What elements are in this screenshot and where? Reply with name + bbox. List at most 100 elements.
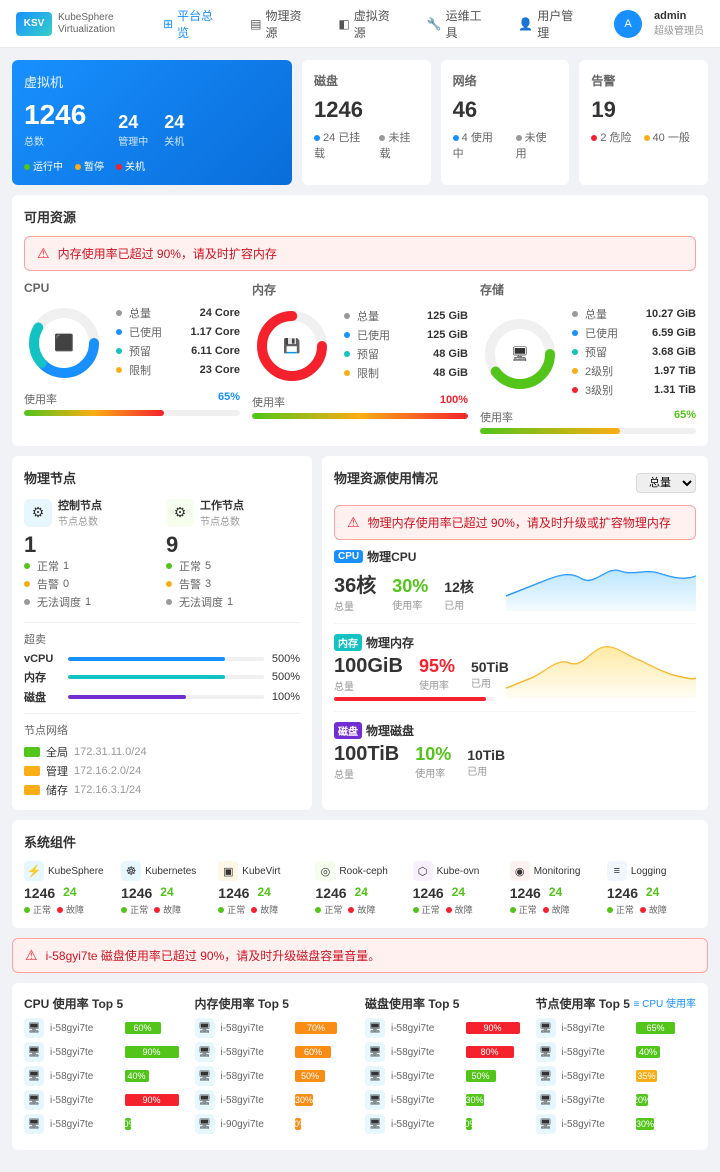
cpu-top5-item-2: 🖥 i-58gyi7te 40% [24, 1066, 185, 1086]
phy-mem-info: 内存 物理内存 100GiB 总量 95% 使用率 [334, 634, 494, 701]
cpu-detail-reserved: 预留 6.11 Core [116, 343, 240, 359]
phy-usage-panel: 物理资源使用情况 总量 ⚠ 物理内存使用率已超过 90%，请及时升级或扩容物理内… [322, 456, 708, 810]
cpu-top5-item-4: 🖥 i-58gyi7te 10% [24, 1114, 185, 1134]
disk-top5-icon-1: 🖥 [365, 1042, 385, 1062]
cpu-top5-icon-4: 🖥 [24, 1114, 44, 1134]
mem-top5-item-4: 🖥 i-90gyi7te 10% [195, 1114, 356, 1134]
sys-item-header-3: ◎ Rook-ceph [315, 861, 404, 881]
mem-top5-icon-0: 🖥 [195, 1018, 215, 1038]
resource-grid: CPU ⬛ 总量 24 Core [24, 281, 696, 434]
mem-bar-1: 60% [295, 1046, 331, 1058]
phy-select[interactable]: 总量 [636, 473, 696, 493]
phy-mem-nums: 100GiB 总量 95% 使用率 50TiB 已用 [334, 655, 494, 693]
network-main-num: 46 [453, 97, 558, 123]
sys-inds-4: 正常 故障 [413, 903, 502, 916]
network-title: 网络 [453, 72, 558, 89]
disk-top5-icon-4: 🖥 [365, 1114, 385, 1134]
memory-progress-bar [252, 413, 468, 419]
vm-sub-1: 24 管理中 [118, 112, 148, 148]
disk-mounted: 24 已挂载 [314, 129, 367, 161]
node-bar-0: 65% [636, 1022, 675, 1034]
mem-top5-item-1: 🖥 i-58gyi7te 60% [195, 1042, 356, 1062]
nav-item-physical[interactable]: ▤ 物理资源 [238, 3, 322, 45]
main: 虚拟机 1246 总数 24 管理中 24 关机 [0, 48, 720, 1172]
sys-inds-5: 正常 故障 [510, 903, 599, 916]
phy-stor-pct: 10% 使用率 [415, 744, 451, 780]
control-info: 控制节点 节点总数 [58, 497, 102, 528]
storage-resource-block: 存储 🖥 总量 10.27 GiB [480, 281, 696, 434]
alert-summary-card: 告警 19 2 危险 40 一般 [579, 60, 708, 185]
quota-vcpu: vCPU 500% [24, 653, 300, 665]
cpu-progress: 使用率 65% [24, 391, 240, 416]
phy-stor-total: 100TiB 总量 [334, 743, 399, 781]
disk-title: 磁盘 [314, 72, 419, 89]
phy-cpu-chart [506, 551, 696, 611]
cpu-donut-container: ⬛ 总量 24 Core 已使用 1.17 Core 预留 [24, 303, 240, 383]
nav-item-virtual[interactable]: ◧ 虚拟资源 [326, 3, 410, 45]
memory-progress-fill [252, 413, 468, 419]
net-item-1: 管理 172.16.2.0/24 [24, 763, 300, 779]
nav-item-overview[interactable]: ⊞ 平台总览 [151, 3, 234, 45]
node-top5-item-3: 🖥 i-58gyi7te 20% [536, 1090, 697, 1110]
worker-icon: ⚙ [166, 499, 194, 527]
alert-banner-disk: ⚠ i-58gyi7te 磁盘使用率已超过 90%，请及时升级磁盘容量音量。 [12, 938, 708, 973]
quotas-title: 超卖 [24, 631, 300, 647]
phy-stor-content: 磁盘 物理磁盘 100TiB 总量 10% 使用率 [334, 722, 696, 781]
net-item-0: 全局 172.31.11.0/24 [24, 744, 300, 760]
mem-top5-icon-3: 🖥 [195, 1090, 215, 1110]
sys-item-header-1: ☸ Kubernetes [121, 861, 210, 881]
sys-icon-2: ▣ [218, 861, 238, 881]
cpu-bar-2: 40% [125, 1070, 149, 1082]
control-count: 1 [24, 532, 158, 558]
nav-item-users[interactable]: 👤 用户管理 [506, 3, 594, 45]
phy-mem-content: 内存 物理内存 100GiB 总量 95% 使用率 [334, 634, 696, 701]
disk-top5-item-4: 🖥 i-58gyi7te 10% [365, 1114, 526, 1134]
node-top5-item-4: 🖥 i-58gyi7te 30% [536, 1114, 697, 1134]
worker-warn: 告警 3 [166, 576, 300, 592]
cpu-donut-icon: ⬛ [54, 333, 74, 353]
nav-item-ops[interactable]: 🔧 运维工具 [415, 3, 503, 45]
sys-title: 系统组件 [24, 832, 696, 851]
disk-card: 磁盘 1246 24 已挂载 未挂载 [302, 60, 431, 185]
phy-mem-bar [334, 697, 494, 701]
sys-icon-3: ◎ [315, 861, 335, 881]
storage-details: 总量 10.27 GiB 已使用 6.59 GiB 预留 3.68 GiB [572, 306, 696, 401]
sys-icon-1: ☸ [121, 861, 141, 881]
phy-cpu-used: 12核 已用 [444, 577, 474, 612]
phy-cpu-content: CPU 物理CPU 36核 总量 30% 使用率 [334, 548, 696, 613]
net-item-2: 储存 172.16.3.1/24 [24, 782, 300, 798]
control-icon: ⚙ [24, 499, 52, 527]
sys-item-6: ≡ Logging 1246 24 正常 故障 [607, 861, 696, 916]
phy-mem-bar-fill [334, 697, 486, 701]
quota-disk: 磁盘 100% [24, 689, 300, 705]
network-list: 全局 172.31.11.0/24 管理 172.16.2.0/24 储存 17… [24, 744, 300, 798]
sys-inds-3: 正常 故障 [315, 903, 404, 916]
vm-stats: 1246 总数 24 管理中 24 关机 [24, 99, 280, 148]
vm-indicators: 运行中 暂停 关机 [24, 158, 280, 173]
disk-top5-title: 磁盘使用率 Top 5 [365, 995, 526, 1012]
quota-memory: 内存 500% [24, 669, 300, 685]
storage-block-title: 存储 [480, 281, 696, 298]
mem-detail-limit: 限制 48 GiB [344, 365, 468, 381]
memory-donut-container: 💾 总量 125 GiB 已使用 125 GiB 预留 [252, 306, 468, 386]
mem-bar-3: 30% [295, 1094, 313, 1106]
control-header: ⚙ 控制节点 节点总数 [24, 497, 158, 528]
disk-bar-0: 90% [466, 1022, 520, 1034]
logo: KSV KubeSphereVirtualization [16, 12, 115, 36]
disk-top5-item-0: 🖥 i-58gyi7te 90% [365, 1018, 526, 1038]
node-top5-item-2: 🖥 i-58gyi7te 35% [536, 1066, 697, 1086]
disk-unmounted: 未挂载 [379, 129, 418, 161]
sys-nums-6: 1246 24 [607, 885, 696, 901]
nodes-title: 物理节点 [24, 468, 300, 487]
control-unschedulable: 无法调度 1 [24, 594, 158, 610]
sys-nums-3: 1246 24 [315, 885, 404, 901]
phy-cpu-pct: 30% 使用率 [392, 576, 428, 612]
network-title-label: 节点网络 [24, 722, 300, 738]
node-top5-item-0: 🖥 i-58gyi7te 65% [536, 1018, 697, 1038]
avatar: A [614, 10, 642, 38]
phy-cpu-total: 36核 总量 [334, 569, 376, 613]
node-top5-icon-2: 🖥 [536, 1066, 556, 1086]
phy-mem-used: 50TiB 已用 [471, 659, 509, 690]
node-network: 节点网络 全局 172.31.11.0/24 管理 172.16.2.0/24 [24, 722, 300, 798]
disk-top5-item-3: 🖥 i-58gyi7te 30% [365, 1090, 526, 1110]
